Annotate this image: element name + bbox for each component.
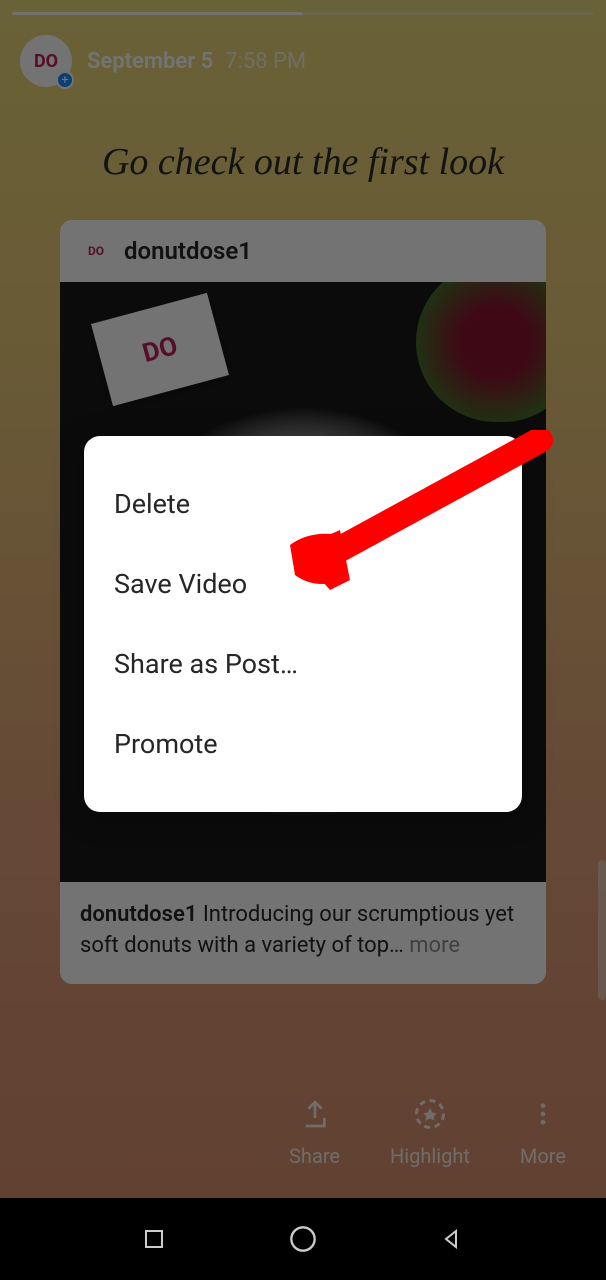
story-viewer: DO + September 5 7:58 PM Go check out th…: [0, 0, 606, 1198]
back-button[interactable]: [436, 1223, 468, 1255]
recent-apps-button[interactable]: [138, 1223, 170, 1255]
menu-item-save-video[interactable]: Save Video: [84, 544, 522, 624]
context-menu: Delete Save Video Share as Post… Promote: [84, 436, 522, 812]
android-nav-bar: [0, 1198, 606, 1280]
menu-item-delete[interactable]: Delete: [84, 464, 522, 544]
home-button[interactable]: [287, 1223, 319, 1255]
menu-item-promote[interactable]: Promote: [84, 704, 522, 784]
menu-item-share-as-post[interactable]: Share as Post…: [84, 624, 522, 704]
